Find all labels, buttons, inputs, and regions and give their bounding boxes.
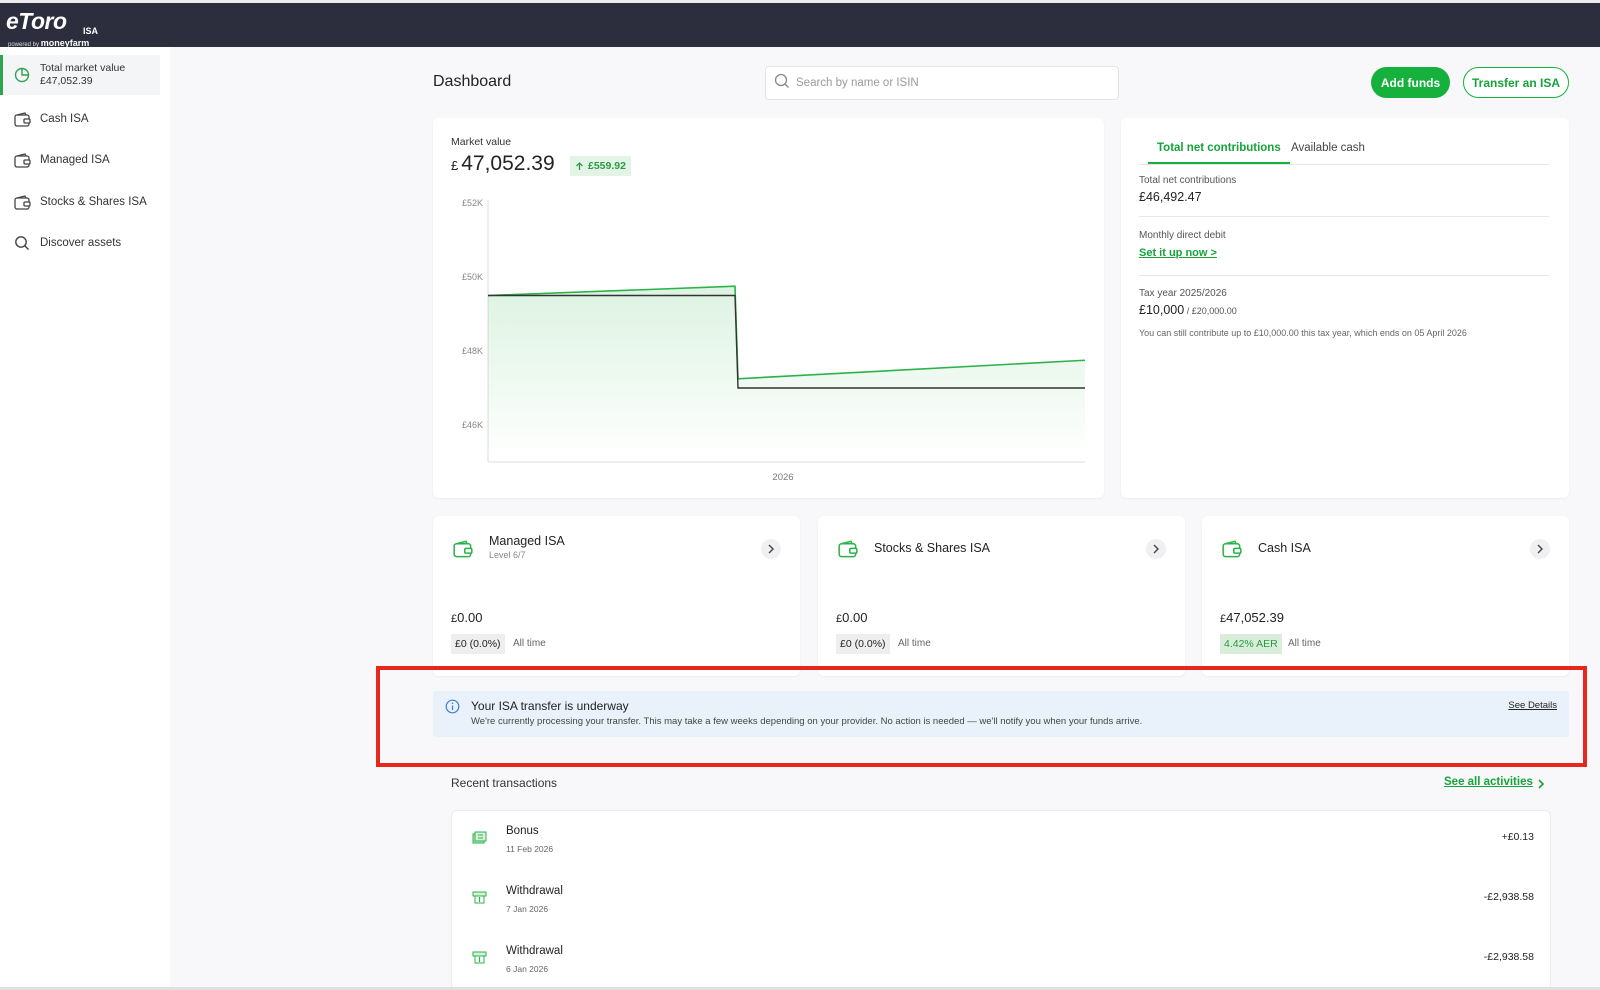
y-tick-label: £48K	[462, 346, 483, 356]
search-icon	[12, 233, 32, 253]
divider	[1139, 275, 1549, 276]
account-level: Level 6/7	[489, 550, 526, 560]
wallet-icon	[12, 150, 32, 170]
tab-total-net-contributions[interactable]: Total net contributions	[1148, 142, 1290, 164]
withdrawal-icon	[472, 891, 487, 910]
transaction-name: Withdrawal	[506, 945, 563, 957]
y-tick-label: £52K	[462, 198, 483, 208]
transaction-row[interactable]: Withdrawal 7 Jan 2026 -£2,938.58	[452, 871, 1552, 931]
etoro-logo[interactable]: eToro ISA powered by moneyfarm	[6, 8, 98, 48]
total-contributions-value: £46,492.47	[1139, 190, 1202, 204]
account-aer-badge: 4.42% AER	[1220, 634, 1282, 654]
logo-text: eToro	[6, 8, 67, 34]
wallet-icon	[838, 540, 858, 563]
wallet-icon	[1222, 540, 1242, 563]
logo-suffix: ISA	[83, 26, 99, 36]
account-return-badge: £0 (0.0%)	[451, 634, 505, 654]
contributions-card: Total net contributions Available cash T…	[1121, 118, 1569, 498]
account-return-badge: £0 (0.0%)	[836, 634, 890, 654]
transfer-isa-button[interactable]: Transfer an ISA	[1463, 67, 1569, 98]
page-title: Dashboard	[433, 73, 512, 90]
transaction-name: Bonus	[506, 825, 539, 837]
sidebar-item-value: £47,052.39	[40, 75, 93, 87]
tab-available-cash[interactable]: Available cash	[1291, 142, 1365, 164]
set-up-direct-debit-link[interactable]: Set it up now >	[1139, 247, 1217, 259]
wallet-icon	[12, 192, 32, 212]
account-value: £0.00	[451, 610, 483, 625]
market-value-card: Market value £47,052.39 £559.92 £52K £50K…	[433, 118, 1104, 498]
chevron-right-icon[interactable]	[761, 539, 781, 559]
sidebar: Total market value £47,052.39 Cash ISA Ma…	[0, 47, 170, 990]
sidebar-item-managed-isa[interactable]: Managed ISA	[0, 149, 160, 171]
sidebar-item-label: Cash ISA	[40, 113, 89, 125]
search-input[interactable]	[796, 77, 1096, 89]
transaction-amount: +£0.13	[1501, 831, 1534, 843]
withdrawal-icon	[472, 951, 487, 970]
wallet-icon	[12, 109, 32, 129]
tax-year-value: £10,000 / £20,000.00	[1139, 303, 1237, 317]
direct-debit-label: Monthly direct debit	[1139, 230, 1226, 241]
account-name: Cash ISA	[1258, 541, 1311, 555]
account-name: Stocks & Shares ISA	[874, 541, 991, 555]
transaction-date: 7 Jan 2026	[506, 904, 549, 914]
tab-divider	[1139, 164, 1549, 165]
account-card-cash-isa[interactable]: Cash ISA £47,052.39 4.42% AER All time	[1202, 516, 1569, 676]
x-axis-label: 2026	[772, 472, 793, 483]
search-icon	[774, 73, 790, 94]
market-value-area	[488, 286, 1085, 449]
sidebar-item-label: Discover assets	[40, 237, 122, 249]
account-card-managed-isa[interactable]: Managed ISA Level 6/7 £0.00 £0 (0.0%) Al…	[433, 516, 800, 676]
sidebar-item-label: Stocks & Shares ISA	[40, 196, 147, 208]
highlight-box	[376, 666, 1587, 767]
market-value-chart[interactable]: £52K £50K £48K £46K 2026	[433, 118, 1104, 498]
recent-transactions-title: Recent transactions	[451, 776, 558, 790]
sidebar-item-total-market-value[interactable]: Total market value £47,052.39	[0, 55, 160, 95]
total-contributions-label: Total net contributions	[1139, 175, 1237, 186]
see-all-activities-link[interactable]: See all activities	[1444, 776, 1533, 788]
account-card-stocks-shares-isa[interactable]: Stocks & Shares ISA £0.00 £0 (0.0%) All …	[818, 516, 1185, 676]
account-name: Managed ISA	[489, 534, 565, 548]
sidebar-item-discover-assets[interactable]: Discover assets	[0, 232, 160, 254]
sidebar-item-cash-isa[interactable]: Cash ISA	[0, 108, 160, 130]
tax-year-note: You can still contribute up to £10,000.0…	[1139, 328, 1467, 338]
account-value: £0.00	[836, 610, 868, 625]
y-tick-label: £50K	[462, 272, 483, 282]
chevron-right-icon[interactable]	[1537, 777, 1545, 795]
sidebar-item-stocks-shares-isa[interactable]: Stocks & Shares ISA	[0, 191, 160, 213]
tax-year-label: Tax year 2025/2026	[1139, 288, 1227, 299]
wallet-icon	[453, 540, 473, 563]
account-period: All time	[513, 638, 546, 649]
account-period: All time	[898, 638, 931, 649]
pie-chart-icon	[12, 65, 32, 85]
search-box[interactable]	[765, 66, 1119, 100]
y-tick-label: £46K	[462, 420, 483, 430]
sidebar-item-label: Total market value	[40, 62, 126, 74]
transactions-list: Bonus 11 Feb 2026 +£0.13 Withdrawal 7 Ja…	[451, 810, 1551, 990]
chevron-right-icon[interactable]	[1146, 539, 1166, 559]
divider	[1139, 216, 1549, 217]
bonus-icon	[472, 831, 487, 849]
transaction-amount: -£2,938.58	[1483, 891, 1534, 903]
add-funds-button[interactable]: Add funds	[1371, 67, 1450, 98]
top-bar: eToro ISA powered by moneyfarm	[0, 0, 1600, 48]
transaction-row[interactable]: Bonus 11 Feb 2026 +£0.13	[452, 811, 1552, 871]
account-value: £47,052.39	[1220, 610, 1284, 625]
account-period: All time	[1288, 638, 1321, 649]
transaction-row[interactable]: Withdrawal 6 Jan 2026 -£2,938.58	[452, 931, 1552, 990]
transaction-name: Withdrawal	[506, 885, 563, 897]
transaction-amount: -£2,938.58	[1483, 951, 1534, 963]
chevron-right-icon[interactable]	[1530, 539, 1550, 559]
sidebar-item-label: Managed ISA	[40, 154, 110, 166]
transaction-date: 11 Feb 2026	[506, 844, 554, 854]
transaction-date: 6 Jan 2026	[506, 964, 549, 974]
